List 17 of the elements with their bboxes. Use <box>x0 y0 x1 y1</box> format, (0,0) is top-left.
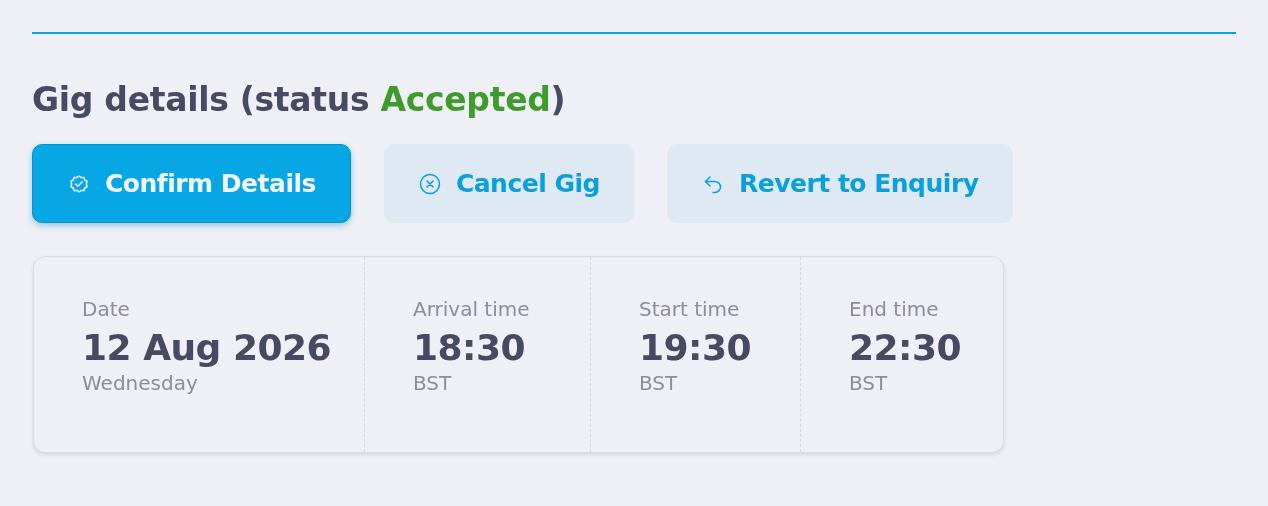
detail-value: 18:30 <box>413 326 526 370</box>
detail-value: 22:30 <box>849 326 962 370</box>
detail-label: Arrival time <box>413 297 530 321</box>
action-button[interactable]: Cancel Gig <box>383 144 634 223</box>
action-button[interactable]: Confirm Details <box>32 144 351 223</box>
detail-label: Date <box>82 297 130 321</box>
detail-label: Start time <box>639 297 740 321</box>
cancel-icon <box>417 171 442 196</box>
detail-subtext: BST <box>639 371 678 395</box>
detail-subtext: BST <box>413 371 452 395</box>
section-heading: Gig details (status Accepted) <box>32 79 567 121</box>
detail-label: End time <box>849 297 939 321</box>
detail-value: 19:30 <box>639 326 752 370</box>
action-button[interactable]: Revert to Enquiry <box>666 144 1013 223</box>
detail-value: 12 Aug 2026 <box>82 326 332 370</box>
detail-subtext: BST <box>849 371 888 395</box>
detail-subtext: Wednesday <box>82 371 198 395</box>
